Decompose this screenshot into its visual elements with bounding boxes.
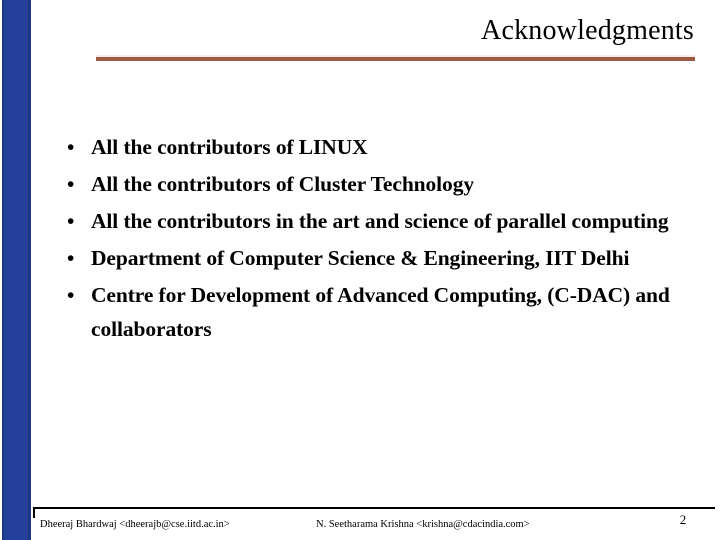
bullet-point-icon: • — [67, 135, 75, 159]
footer-divider-rule — [33, 507, 715, 509]
title-underline-rule — [96, 57, 695, 61]
bullet-item-label: All the contributors of Cluster Technolo… — [91, 172, 475, 196]
slide-left-accent-bar — [2, 0, 31, 540]
bullet-item: • Centre for Development of Advanced Com… — [60, 278, 710, 346]
bullet-item: • Department of Computer Science & Engin… — [60, 241, 710, 275]
footer-divider-tick — [33, 507, 35, 518]
slide-body-bullet-list: • All the contributors of LINUX • All th… — [60, 130, 710, 349]
bullet-point-icon: • — [67, 283, 75, 307]
footer-author-center: N. Seetharama Krishna <krishna@cdacindia… — [316, 519, 530, 530]
bullet-point-icon: • — [67, 246, 75, 270]
bullet-item-label: All the contributors in the art and scie… — [91, 209, 669, 233]
bullet-point-icon: • — [67, 172, 75, 196]
bullet-point-icon: • — [67, 209, 75, 233]
slide-left-accent-bar-edge-right — [28, 0, 31, 540]
bullet-item: • All the contributors in the art and sc… — [60, 204, 710, 238]
slide-title: Acknowledgments — [481, 15, 694, 46]
bullet-item: • All the contributors of LINUX — [60, 130, 710, 164]
bullet-item: • All the contributors of Cluster Techno… — [60, 167, 710, 201]
slide-page-number: 2 — [679, 512, 687, 527]
bullet-item-label: Department of Computer Science & Enginee… — [91, 246, 630, 270]
slide-left-accent-bar-edge-left — [2, 0, 4, 540]
presentation-slide: Acknowledgments • All the contributors o… — [0, 0, 720, 540]
bullet-item-label: Centre for Development of Advanced Compu… — [91, 283, 670, 341]
footer-author-left: Dheeraj Bhardwaj <dheerajb@cse.iitd.ac.i… — [40, 519, 230, 530]
bullet-item-label: All the contributors of LINUX — [91, 135, 368, 159]
